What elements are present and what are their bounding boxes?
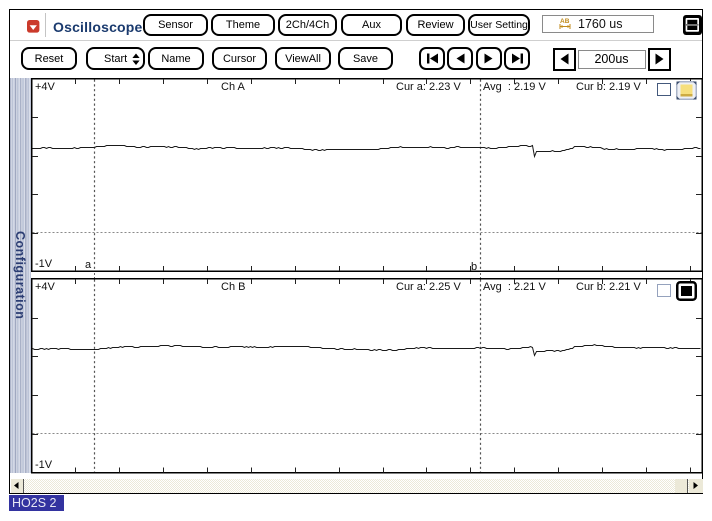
- svg-text:AB: AB: [560, 18, 570, 25]
